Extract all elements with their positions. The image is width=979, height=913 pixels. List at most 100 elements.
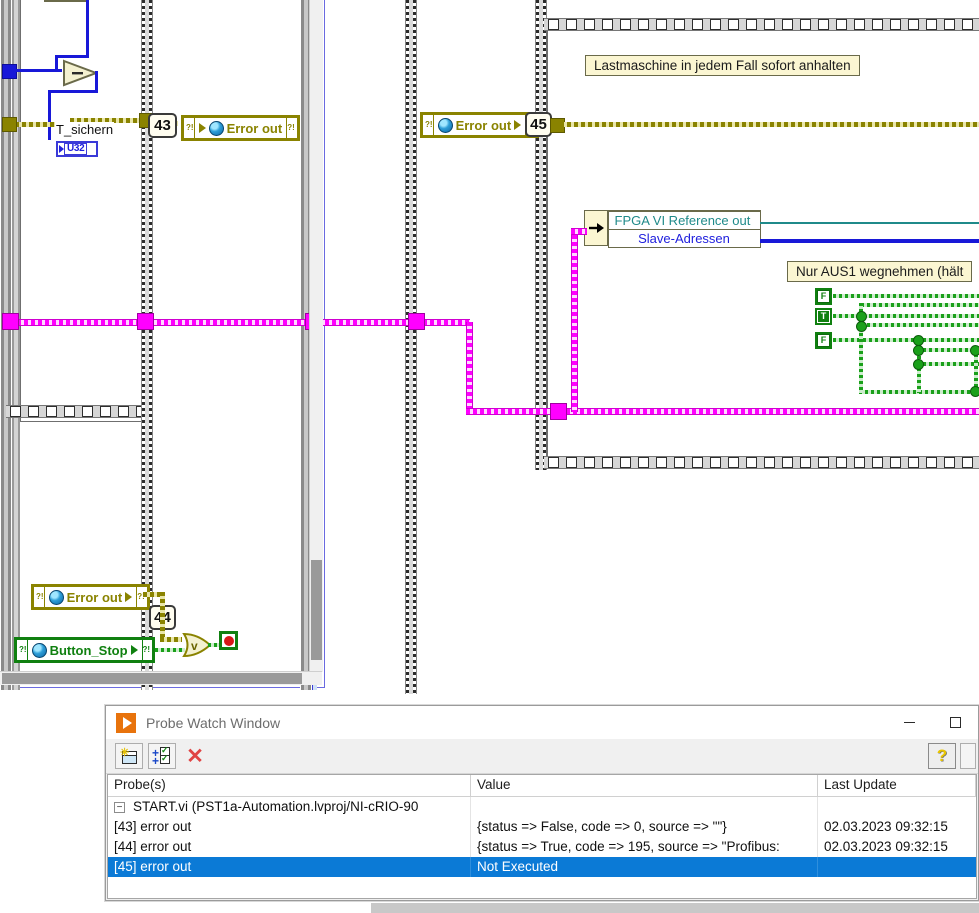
arrow-right-icon bbox=[131, 645, 138, 655]
add-all-probes-button[interactable]: + + bbox=[148, 743, 176, 769]
wire-magenta-into-fpga bbox=[571, 228, 587, 235]
svg-text:v: v bbox=[191, 639, 198, 653]
help-button[interactable]: ? bbox=[928, 743, 956, 769]
probe-cell[interactable]: [43] error out bbox=[108, 817, 471, 837]
probe-window-toolbar[interactable]: ✳ + + ✕ ? bbox=[106, 739, 978, 774]
terminal-error-out-44[interactable]: ?! Error out ?! bbox=[31, 584, 150, 610]
window-caption-buttons bbox=[886, 706, 978, 739]
probe-table[interactable]: Probe(s) Value Last Update −START.vi (PS… bbox=[107, 774, 977, 899]
table-row[interactable]: [43] error out {status => False, code =>… bbox=[108, 817, 976, 837]
gauge-indicator-icon[interactable] bbox=[44, 0, 86, 2]
or-gate-primitive-icon[interactable]: v bbox=[182, 632, 212, 663]
maximize-icon bbox=[950, 717, 961, 728]
stop-primitive-icon[interactable] bbox=[219, 631, 238, 650]
wire-blue-gauge-left bbox=[55, 55, 89, 58]
wire-blue-into-sub-top bbox=[55, 55, 58, 70]
probe-bubble-43[interactable]: 43 bbox=[148, 113, 177, 138]
comment-nur-aus1[interactable]: Nur AUS1 wegnehmen (hält bbox=[787, 261, 972, 282]
boolean-constant-false-2[interactable]: F bbox=[815, 332, 832, 349]
error-term-left-glyph: ?! bbox=[36, 593, 44, 601]
probe-label: START.vi (PST1a-Automation.lvproj/NI-cRI… bbox=[133, 799, 418, 814]
probe-window-title-bar[interactable]: Probe Watch Window bbox=[106, 706, 978, 739]
wire-green-f1 bbox=[833, 294, 979, 298]
structure-border-inner-left bbox=[12, 0, 20, 690]
probe-cell[interactable]: [45] error out bbox=[108, 857, 471, 877]
wire-error-44-to-or bbox=[160, 637, 182, 642]
wire-junction-magenta-4 bbox=[408, 313, 425, 330]
vi-vertical-scrollbar[interactable] bbox=[309, 0, 323, 672]
wire-junction-magenta-2 bbox=[137, 313, 154, 330]
subtract-primitive-icon[interactable] bbox=[62, 59, 98, 92]
terminal-button-stop[interactable]: ?! Button_Stop ?! bbox=[14, 637, 155, 663]
probe-bubble-45[interactable]: 45 bbox=[525, 112, 552, 137]
wire-magenta-run-4 bbox=[566, 408, 979, 415]
add-all-probes-icon: + + bbox=[152, 747, 172, 765]
last-update-cell bbox=[818, 797, 976, 817]
fpga-vi-reference-out-label: FPGA VI Reference out bbox=[608, 211, 761, 230]
wire-junction-magenta-5 bbox=[550, 403, 567, 420]
last-update-cell bbox=[818, 857, 976, 877]
tree-collapse-icon[interactable]: − bbox=[114, 802, 125, 813]
block-diagram-canvas[interactable]: T_sichern U32 43 ?! Error out ?! ?! Erro… bbox=[0, 0, 979, 694]
sequence-top-tabs bbox=[544, 18, 979, 31]
table-row[interactable]: [45] error out Not Executed bbox=[108, 857, 976, 877]
table-row[interactable]: −START.vi (PST1a-Automation.lvproj/NI-cR… bbox=[108, 797, 976, 817]
terminal-error-out-43[interactable]: ?! Error out ?! bbox=[181, 115, 300, 141]
vi-vscroll-thumb[interactable] bbox=[311, 560, 322, 660]
probe-watch-window[interactable]: Probe Watch Window ✳ + + ✕ bbox=[105, 705, 979, 901]
bool-glyph: F bbox=[817, 290, 830, 303]
new-probe-button[interactable]: ✳ bbox=[115, 743, 143, 769]
fpga-reference-node[interactable]: FPGA VI Reference out Slave-Adressen bbox=[584, 210, 761, 246]
left-case-frame-bottom-tabs bbox=[6, 405, 150, 418]
arrow-right-icon bbox=[199, 123, 206, 133]
error-term-left-glyph: ?! bbox=[186, 124, 194, 132]
value-cell: {status => True, code => 195, source => … bbox=[471, 837, 818, 857]
wire-green-branch-2 bbox=[917, 362, 979, 366]
wire-error-44-down bbox=[160, 592, 165, 640]
wire-green-f2 bbox=[833, 338, 979, 342]
wire-junction-green-4 bbox=[913, 345, 924, 356]
probe-cell[interactable]: [44] error out bbox=[108, 837, 471, 857]
boolean-constant-false-1[interactable]: F bbox=[815, 288, 832, 305]
bool-term-right-glyph: ?! bbox=[143, 646, 151, 654]
value-cell: {status => False, code => 0, source => "… bbox=[471, 817, 818, 837]
column-header-last-update[interactable]: Last Update bbox=[818, 775, 976, 796]
fpga-node-input-arrow bbox=[585, 211, 608, 245]
wire-green-button-stop bbox=[155, 648, 185, 652]
error-cluster-globe-icon bbox=[209, 121, 224, 136]
last-update-cell: 02.03.2023 09:32:15 bbox=[818, 817, 976, 837]
wire-green-t-lower bbox=[861, 323, 979, 327]
taskbar[interactable] bbox=[371, 903, 979, 913]
wire-junction-green-7 bbox=[970, 386, 979, 397]
wire-junction-green-6 bbox=[970, 345, 979, 356]
structure-border-left bbox=[0, 0, 12, 690]
wire-blue-down-to-u32 bbox=[48, 90, 51, 140]
minimize-button[interactable] bbox=[886, 706, 932, 739]
wire-magenta-drop bbox=[466, 322, 473, 414]
u32-representation-constant[interactable]: U32 bbox=[56, 141, 98, 157]
bool-glyph: T bbox=[817, 310, 830, 323]
comment-lastmaschine[interactable]: Lastmaschine in jedem Fall sofort anhalt… bbox=[585, 55, 860, 76]
column-header-probes[interactable]: Probe(s) bbox=[108, 775, 471, 796]
wire-green-t bbox=[833, 314, 979, 318]
wire-magenta-rise-to-fpga bbox=[571, 228, 578, 412]
last-update-cell: 02.03.2023 09:32:15 bbox=[818, 837, 976, 857]
new-probe-window-icon: ✳ bbox=[120, 748, 138, 764]
maximize-button[interactable] bbox=[932, 706, 978, 739]
terminal-label: Button_Stop bbox=[50, 643, 128, 658]
terminal-label: Error out bbox=[456, 118, 512, 133]
boolean-constant-true[interactable]: T bbox=[815, 308, 832, 325]
vi-horizontal-scrollbar[interactable] bbox=[0, 671, 322, 685]
table-row[interactable]: [44] error out {status => True, code => … bbox=[108, 837, 976, 857]
bool-glyph: F bbox=[817, 334, 830, 347]
probe-cell[interactable]: −START.vi (PST1a-Automation.lvproj/NI-cR… bbox=[108, 797, 471, 817]
window-title: Probe Watch Window bbox=[146, 715, 280, 731]
wire-junction-error-left bbox=[2, 117, 17, 132]
terminal-error-out-45[interactable]: ?! Error out ?! bbox=[420, 112, 539, 138]
column-header-value[interactable]: Value bbox=[471, 775, 818, 796]
delete-probe-button[interactable]: ✕ bbox=[181, 743, 209, 769]
vi-hscroll-thumb[interactable] bbox=[2, 673, 302, 684]
toolbar-extra-button[interactable] bbox=[960, 743, 976, 769]
wire-blue-slave-adressen bbox=[760, 239, 979, 243]
bool-term-left-glyph: ?! bbox=[19, 646, 27, 654]
